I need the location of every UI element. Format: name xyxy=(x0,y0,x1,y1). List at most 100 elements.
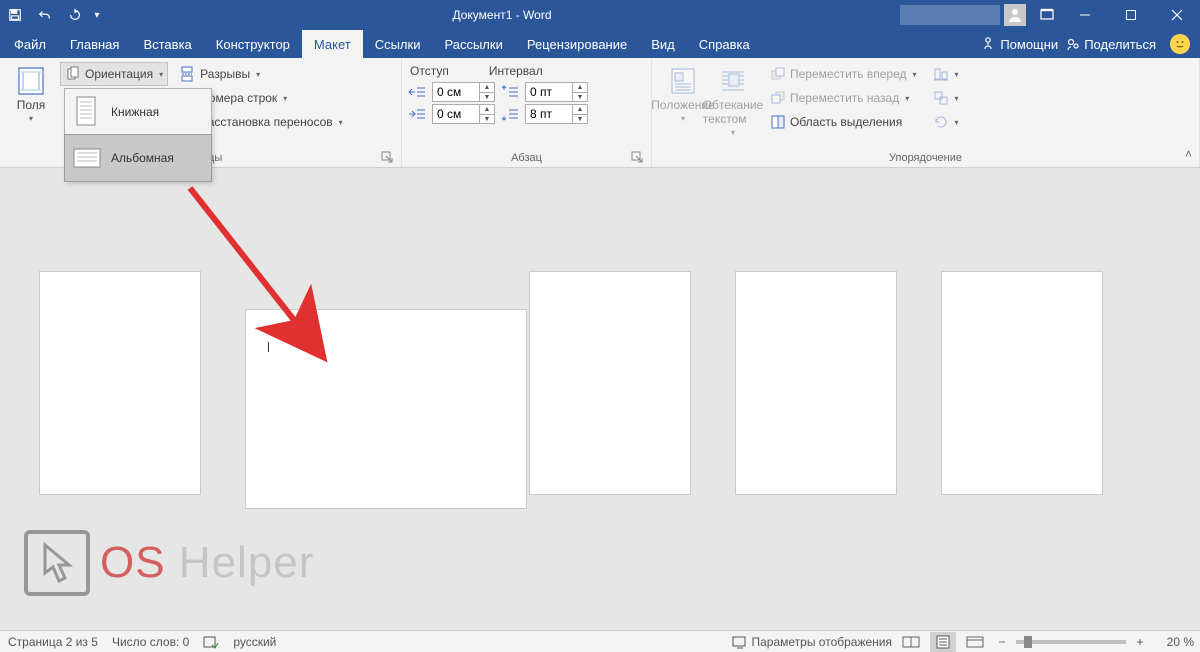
orientation-portrait-label: Книжная xyxy=(111,105,159,119)
send-backward-button: Переместить назад▾ xyxy=(766,86,921,110)
spinner-up-icon[interactable]: ▲ xyxy=(573,83,587,92)
hyphenation-label: Расстановка переносов xyxy=(200,115,333,129)
tab-review[interactable]: Рецензирование xyxy=(515,30,639,58)
ribbon-display-options-icon[interactable] xyxy=(1032,0,1062,30)
space-before-input[interactable] xyxy=(526,85,572,99)
selection-pane-button[interactable]: Область выделения xyxy=(766,110,921,134)
save-icon[interactable] xyxy=(0,0,30,30)
tab-layout[interactable]: Макет xyxy=(302,30,363,58)
view-read-mode-icon[interactable] xyxy=(898,632,924,652)
collapse-ribbon-icon[interactable]: ˄ xyxy=(1185,147,1192,161)
margins-label: Поля xyxy=(17,98,46,112)
breaks-button[interactable]: Разрывы▾ xyxy=(176,62,347,86)
tab-insert[interactable]: Вставка xyxy=(131,30,203,58)
spinner-down-icon[interactable]: ▼ xyxy=(480,92,494,101)
tab-help[interactable]: Справка xyxy=(687,30,762,58)
spacing-label: Интервал xyxy=(489,64,543,78)
indent-right-spinner[interactable]: ▲▼ xyxy=(432,104,495,124)
tell-me-button[interactable]: Помощни xyxy=(982,37,1058,52)
selection-pane-label: Область выделения xyxy=(790,115,902,129)
margins-button[interactable]: Поля ▾ xyxy=(6,62,56,123)
page-setup-launcher-icon[interactable] xyxy=(381,151,393,163)
indent-left-icon xyxy=(408,85,426,99)
user-name-area[interactable] xyxy=(900,5,1000,25)
spinner-down-icon[interactable]: ▼ xyxy=(480,114,494,123)
indent-left-input[interactable] xyxy=(433,85,479,99)
align-button: ▾ xyxy=(929,62,963,86)
view-print-layout-icon[interactable] xyxy=(930,632,956,652)
orientation-button[interactable]: Ориентация▾ xyxy=(60,62,168,86)
maximize-button[interactable] xyxy=(1108,0,1154,30)
spinner-up-icon[interactable]: ▲ xyxy=(573,105,587,114)
orientation-dropdown: Книжная Альбомная xyxy=(64,88,212,182)
zoom-in-button[interactable]: + xyxy=(1132,635,1148,649)
group-objects-button: ▾ xyxy=(929,86,963,110)
qat-customize-icon[interactable]: ▾ xyxy=(90,0,104,30)
feedback-smiley-icon[interactable] xyxy=(1170,34,1190,54)
group-arrange-label: Упорядочение xyxy=(889,152,962,164)
user-avatar-icon[interactable] xyxy=(1004,4,1026,26)
status-language[interactable]: русский xyxy=(233,635,276,649)
ribbon: Поля ▾ Ориентация▾ Книжная Альбомная xyxy=(0,58,1200,168)
orientation-portrait-item[interactable]: Книжная xyxy=(65,89,211,135)
spinner-down-icon[interactable]: ▼ xyxy=(573,114,587,123)
tab-file[interactable]: Файл xyxy=(2,30,58,58)
bring-forward-button: Переместить вперед▾ xyxy=(766,62,921,86)
orientation-landscape-item[interactable]: Альбомная xyxy=(64,134,212,182)
orientation-landscape-label: Альбомная xyxy=(111,151,174,165)
space-before-icon xyxy=(501,85,519,99)
tab-design[interactable]: Конструктор xyxy=(204,30,302,58)
indent-right-input[interactable] xyxy=(433,107,479,121)
redo-icon[interactable] xyxy=(60,0,90,30)
close-button[interactable] xyxy=(1154,0,1200,30)
zoom-level[interactable]: 20 % xyxy=(1154,635,1194,649)
display-settings-button[interactable]: Параметры отображения xyxy=(732,635,893,649)
status-page[interactable]: Страница 2 из 5 xyxy=(8,635,98,649)
breaks-label: Разрывы xyxy=(200,67,250,81)
zoom-out-button[interactable]: − xyxy=(994,635,1010,649)
watermark-text: OS Helper xyxy=(100,538,314,588)
tab-mailings[interactable]: Рассылки xyxy=(432,30,514,58)
tab-view[interactable]: Вид xyxy=(639,30,687,58)
undo-icon[interactable] xyxy=(30,0,60,30)
indent-right-icon xyxy=(408,107,426,121)
zoom-slider[interactable] xyxy=(1016,640,1126,644)
wrap-label: Обтекание текстом xyxy=(703,98,763,126)
space-after-icon xyxy=(501,107,519,121)
watermark: OS Helper xyxy=(24,530,314,596)
space-before-spinner[interactable]: ▲▼ xyxy=(525,82,588,102)
space-after-input[interactable] xyxy=(526,107,572,121)
minimize-button[interactable] xyxy=(1062,0,1108,30)
tell-me-label: Помощни xyxy=(1000,37,1058,52)
view-web-layout-icon[interactable] xyxy=(962,632,988,652)
share-button[interactable]: Поделиться xyxy=(1066,37,1156,52)
share-label: Поделиться xyxy=(1084,37,1156,52)
spinner-down-icon[interactable]: ▼ xyxy=(573,92,587,101)
spinner-up-icon[interactable]: ▲ xyxy=(480,83,494,92)
zoom-slider-thumb[interactable] xyxy=(1024,636,1032,648)
annotation-arrow xyxy=(160,168,360,393)
window-title: Документ1 - Word xyxy=(452,8,551,22)
send-backward-label: Переместить назад xyxy=(790,91,899,105)
indent-label: Отступ xyxy=(410,64,449,78)
page-4-thumb[interactable] xyxy=(736,272,896,494)
document-area[interactable]: OS Helper xyxy=(0,168,1200,630)
position-button: Положение▾ xyxy=(658,62,708,123)
wrap-text-button: Обтекание текстом▾ xyxy=(708,62,758,137)
orientation-label: Ориентация xyxy=(85,67,153,81)
status-word-count[interactable]: Число слов: 0 xyxy=(112,635,189,649)
indent-left-spinner[interactable]: ▲▼ xyxy=(432,82,495,102)
tab-home[interactable]: Главная xyxy=(58,30,131,58)
page-5-thumb[interactable] xyxy=(942,272,1102,494)
tab-references[interactable]: Ссылки xyxy=(363,30,433,58)
paragraph-launcher-icon[interactable] xyxy=(631,151,643,163)
spinner-up-icon[interactable]: ▲ xyxy=(480,105,494,114)
bring-forward-label: Переместить вперед xyxy=(790,67,906,81)
display-settings-label: Параметры отображения xyxy=(752,635,893,649)
space-after-spinner[interactable]: ▲▼ xyxy=(525,104,588,124)
page-3-thumb[interactable] xyxy=(530,272,690,494)
ribbon-tabs: Файл Главная Вставка Конструктор Макет С… xyxy=(0,30,1200,58)
group-paragraph-label: Абзац xyxy=(511,152,542,164)
status-proofing-icon[interactable] xyxy=(203,635,219,649)
status-bar: Страница 2 из 5 Число слов: 0 русский Па… xyxy=(0,630,1200,652)
